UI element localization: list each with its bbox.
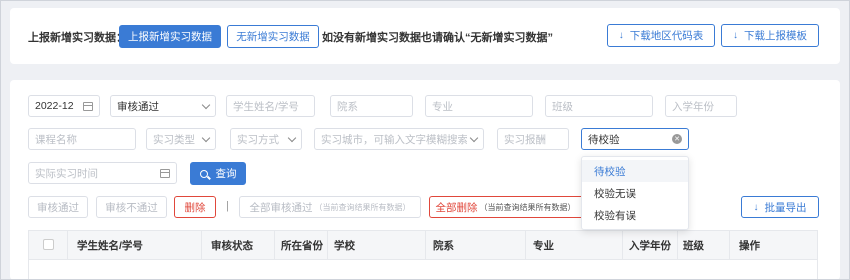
approve-all-label: 全部审核通过: [249, 201, 313, 214]
major-placeholder: 专业: [432, 100, 453, 113]
calendar-icon: [83, 101, 93, 111]
column-divider: [525, 231, 526, 259]
enroll-year-input[interactable]: 入学年份: [665, 95, 737, 117]
query-label: 查询: [215, 168, 237, 180]
chevron-down-icon: [201, 133, 211, 142]
column-divider: [274, 231, 275, 259]
department-input[interactable]: 院系: [330, 95, 413, 117]
internship-mode-placeholder: 实习方式: [237, 133, 279, 146]
delete-all-note: （当前查询结果所有数据）: [479, 202, 576, 212]
class-input[interactable]: 班级: [545, 95, 653, 117]
column-divider: [729, 231, 730, 259]
enroll-year-placeholder: 入学年份: [672, 100, 714, 113]
batch-export-button[interactable]: ↓ 批量导出: [741, 196, 819, 218]
department-placeholder: 院系: [337, 100, 358, 113]
column-divider: [327, 231, 328, 259]
internship-pay-placeholder: 实习报酬: [504, 133, 546, 146]
delete-all-label: 全部删除: [435, 201, 478, 214]
dropdown-option-pending[interactable]: 待校验: [582, 160, 688, 182]
action-separator: |: [226, 200, 229, 212]
download-icon: ↓: [618, 30, 624, 41]
search-icon: [199, 169, 208, 178]
download-region-codes-button[interactable]: ↓ 下载地区代码表: [607, 24, 715, 47]
internship-pay-input[interactable]: 实习报酬: [497, 128, 569, 150]
internship-mode-select[interactable]: 实习方式: [230, 128, 302, 150]
approve-all-note: （当前查询结果所有数据）: [314, 202, 411, 212]
download-region-codes-label: 下载地区代码表: [629, 30, 704, 42]
chevron-down-icon: [469, 133, 479, 142]
column-divider: [201, 231, 202, 259]
download-template-button[interactable]: ↓ 下载上报模板: [721, 24, 819, 47]
validation-value: 待校验: [588, 133, 620, 146]
approve-button[interactable]: 审核通过: [28, 196, 88, 218]
column-divider: [677, 231, 678, 259]
column-header-enroll-year[interactable]: 入学年份: [629, 231, 671, 259]
student-name-input[interactable]: 学生姓名/学号: [226, 95, 315, 117]
approve-all-button[interactable]: 全部审核通过 （当前查询结果所有数据）: [239, 196, 421, 218]
no-new-internship-button[interactable]: 无新增实习数据: [227, 25, 319, 48]
delete-all-button[interactable]: 全部删除 （当前查询结果所有数据）: [429, 196, 581, 218]
column-divider: [425, 231, 426, 259]
month-picker[interactable]: 2022-12: [28, 95, 100, 117]
internship-type-placeholder: 实习类型: [153, 133, 195, 146]
validation-select[interactable]: 待校验 ✕: [581, 128, 689, 150]
internship-type-select[interactable]: 实习类型: [146, 128, 216, 150]
chevron-down-icon: [201, 100, 211, 109]
download-icon: ↓: [733, 30, 738, 41]
query-button[interactable]: 查询: [190, 162, 246, 185]
review-status-value: 审核通过: [117, 100, 159, 113]
column-header-province[interactable]: 所在省份: [281, 231, 323, 259]
select-all-checkbox[interactable]: [43, 239, 54, 250]
major-input[interactable]: 专业: [425, 95, 533, 117]
validation-dropdown: 待校验 校验无误 校验有误: [581, 156, 689, 230]
column-header-school[interactable]: 学校: [334, 231, 355, 259]
reject-button[interactable]: 审核不通过: [96, 196, 167, 218]
table-header: 学生姓名/学号 审核状态 所在省份 学校 院系 专业 入学年份 班级 操作: [28, 230, 818, 260]
calendar-icon: [160, 168, 170, 178]
column-header-student[interactable]: 学生姓名/学号: [77, 231, 143, 259]
download-icon: ↓: [753, 201, 759, 213]
actual-time-placeholder: 实际实习时间: [35, 167, 98, 180]
table-body: [28, 260, 818, 280]
dropdown-option-invalid[interactable]: 校验有误: [582, 204, 688, 226]
chevron-down-icon: [287, 133, 297, 142]
column-header-department[interactable]: 院系: [433, 231, 454, 259]
actual-time-picker[interactable]: 实际实习时间: [28, 162, 177, 184]
column-header-review-status[interactable]: 审核状态: [211, 231, 253, 259]
course-name-input[interactable]: 课程名称: [28, 128, 136, 150]
column-divider: [622, 231, 623, 259]
dropdown-option-valid[interactable]: 校验无误: [582, 182, 688, 204]
student-name-placeholder: 学生姓名/学号: [233, 100, 299, 113]
report-new-internship-button[interactable]: 上报新增实习数据: [119, 25, 221, 48]
clear-icon[interactable]: ✕: [672, 134, 682, 144]
month-value: 2022-12: [35, 100, 74, 112]
internship-city-select[interactable]: 实习城市，可输入文字模糊搜索: [314, 128, 484, 150]
column-divider: [67, 231, 68, 259]
column-header-class[interactable]: 班级: [683, 231, 704, 259]
course-name-placeholder: 课程名称: [35, 133, 77, 146]
batch-export-label: 批量导出: [764, 201, 807, 214]
download-template-label: 下载上报模板: [744, 30, 807, 42]
column-header-major[interactable]: 专业: [533, 231, 554, 259]
class-placeholder: 班级: [552, 100, 573, 113]
internship-city-placeholder: 实习城市，可输入文字模糊搜索: [321, 133, 467, 146]
confirm-hint: 如没有新增实习数据也请确认“无新增实习数据”: [322, 32, 553, 44]
report-label: 上报新增实习数据：: [28, 32, 127, 44]
review-status-select[interactable]: 审核通过: [110, 95, 216, 117]
column-header-actions[interactable]: 操作: [739, 231, 760, 259]
delete-button[interactable]: 删除: [174, 196, 216, 218]
